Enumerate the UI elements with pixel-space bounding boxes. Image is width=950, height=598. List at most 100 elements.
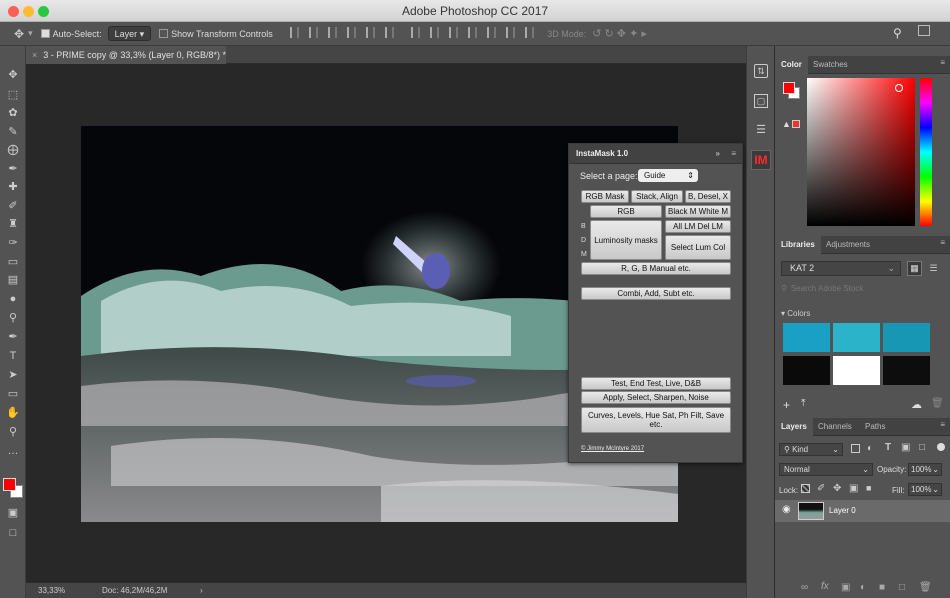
filter-adjustment-icon[interactable]: ◐ <box>867 443 873 454</box>
auto-align-icon[interactable] <box>525 27 535 38</box>
tab-layers[interactable]: Layers <box>775 418 813 436</box>
libraries-panel-menu-icon[interactable]: ≡ <box>940 238 945 247</box>
healing-brush-tool-icon[interactable]: ✚ <box>4 180 22 194</box>
b-desel-x-button[interactable]: B, Desel, X <box>685 190 731 203</box>
auto-select-checkbox[interactable] <box>40 29 50 38</box>
layer-kind-filter[interactable]: ⚲ Kind ⌄ <box>779 443 843 456</box>
colors-heading[interactable]: ▾ Colors <box>781 309 810 318</box>
lock-artboard-icon[interactable]: ▣ <box>849 483 858 494</box>
rgb-mask-button[interactable]: RGB Mask <box>581 190 629 203</box>
workspace-icon[interactable] <box>918 25 930 36</box>
collapse-panel-icon[interactable]: » <box>716 144 720 164</box>
library-trash-icon[interactable]: 🗑 <box>931 398 944 409</box>
orbit-3d-icon[interactable]: ↺ ↻ ✥ ✦ ▸ <box>592 27 647 40</box>
cloud-sync-icon[interactable]: ☁ <box>911 398 922 411</box>
adjustments-panel-icon[interactable]: ☰ <box>754 123 768 137</box>
zoom-window-button[interactable] <box>38 6 49 17</box>
minimize-window-button[interactable] <box>23 6 34 17</box>
tab-adjustments[interactable]: Adjustments <box>820 236 876 254</box>
tab-swatches[interactable]: Swatches <box>807 56 854 74</box>
distribute-top-icon[interactable] <box>411 27 421 38</box>
align-vcenter-icon[interactable] <box>308 27 318 38</box>
filter-toggle-icon[interactable] <box>937 443 945 451</box>
lock-image-icon[interactable]: ✐ <box>817 483 825 494</box>
properties-panel-icon[interactable]: ▢ <box>754 94 768 108</box>
eyedropper-tool-icon[interactable]: ✒ <box>4 162 22 176</box>
filter-pixel-icon[interactable] <box>851 444 860 453</box>
foreground-color-swatch[interactable] <box>3 478 16 491</box>
curves-levels-button[interactable]: Curves, Levels, Hue Sat, Ph Filt, Save e… <box>581 407 731 433</box>
more-tools-icon[interactable]: … <box>4 444 22 458</box>
close-tab-icon[interactable]: × <box>32 50 37 60</box>
stack-align-button[interactable]: Stack, Align <box>631 190 683 203</box>
tab-paths[interactable]: Paths <box>859 418 891 436</box>
lock-transparent-icon[interactable] <box>801 484 810 493</box>
auto-select-dropdown[interactable]: Layer ▾ <box>107 26 152 41</box>
rgb-manual-button[interactable]: R, G, B Manual etc. <box>581 262 731 275</box>
zoom-tool-icon[interactable]: ⚲ <box>4 425 22 439</box>
stock-search-input[interactable]: ⚲ Search Adobe Stock <box>781 282 941 296</box>
tool-preset-dropdown[interactable]: ▾ <box>28 28 33 39</box>
dodge-tool-icon[interactable]: ⚲ <box>4 311 22 325</box>
instamask-panel-icon[interactable]: IM <box>751 150 771 170</box>
path-select-tool-icon[interactable]: ➤ <box>4 368 22 382</box>
hue-slider[interactable] <box>920 78 932 226</box>
gamut-warning-icon[interactable]: ▲ <box>782 119 791 129</box>
black-white-m-button[interactable]: Black M White M <box>665 205 731 218</box>
shape-tool-icon[interactable]: ▭ <box>4 387 22 401</box>
document-tab[interactable]: × 3 - PRIME copy @ 33,3% (Layer 0, RGB/8*… <box>26 46 226 64</box>
visibility-eye-icon[interactable]: ◉ <box>782 504 791 515</box>
tab-channels[interactable]: Channels <box>812 418 858 436</box>
crop-tool-icon[interactable]: ⨁ <box>4 143 22 157</box>
layer-name[interactable]: Layer 0 <box>829 506 856 515</box>
select-page-dropdown[interactable]: Guide ⇕ <box>638 169 698 182</box>
quick-select-tool-icon[interactable]: ✎ <box>4 125 22 139</box>
add-content-icon[interactable]: + <box>783 398 790 412</box>
copyright-link[interactable]: © Jimmy McIntyre 2017 <box>581 446 644 452</box>
blur-tool-icon[interactable]: ● <box>4 292 22 306</box>
search-icon[interactable]: ⚲ <box>893 26 902 40</box>
align-top-icon[interactable] <box>289 27 299 38</box>
brush-tool-icon[interactable]: ✐ <box>4 199 22 213</box>
zoom-level[interactable]: 33,33% <box>38 583 65 598</box>
library-swatch-6[interactable] <box>883 356 930 385</box>
new-adjustment-icon[interactable]: ◐ <box>860 582 866 593</box>
library-swatch-4[interactable] <box>783 356 830 385</box>
marquee-tool-icon[interactable]: ⬚ <box>4 88 22 102</box>
align-left-icon[interactable] <box>346 27 356 38</box>
move-tool-icon[interactable]: ✥ <box>14 27 24 41</box>
color-panel-menu-icon[interactable]: ≡ <box>940 58 945 67</box>
close-window-button[interactable] <box>8 6 19 17</box>
test-end-test-button[interactable]: Test, End Test, Live, D&B <box>581 377 731 390</box>
library-dropdown[interactable]: KAT 2 ⌄ <box>781 261 901 276</box>
apply-select-sharpen-button[interactable]: Apply, Select, Sharpen, Noise <box>581 391 731 404</box>
new-layer-icon[interactable]: □ <box>899 582 905 593</box>
color-field[interactable] <box>807 78 915 226</box>
opacity-field[interactable]: 100% ⌄ <box>908 463 942 476</box>
filter-smart-object-icon[interactable]: □ <box>919 442 925 453</box>
align-hcenter-icon[interactable] <box>365 27 375 38</box>
select-lum-col-button[interactable]: Select Lum Col <box>665 235 731 260</box>
library-swatch-5[interactable] <box>833 356 880 385</box>
combi-add-subt-button[interactable]: Combi, Add, Subt etc. <box>581 287 731 300</box>
tab-color[interactable]: Color <box>775 56 808 74</box>
add-mask-icon[interactable]: ▣ <box>841 582 850 593</box>
status-menu-arrow[interactable]: › <box>200 583 203 598</box>
align-right-icon[interactable] <box>384 27 394 38</box>
foreground-color-swatch[interactable] <box>783 82 795 94</box>
blend-mode-dropdown[interactable]: Normal ⌄ <box>779 463 873 476</box>
distribute-vcenter-icon[interactable] <box>430 27 440 38</box>
show-transform-checkbox[interactable] <box>159 29 169 38</box>
new-group-icon[interactable]: ■ <box>879 582 885 593</box>
history-brush-tool-icon[interactable]: ✑ <box>4 236 22 250</box>
hand-tool-icon[interactable]: ✋ <box>4 406 22 420</box>
filter-type-icon[interactable]: T <box>885 442 891 453</box>
align-bottom-icon[interactable] <box>327 27 337 38</box>
pen-tool-icon[interactable]: ✒ <box>4 330 22 344</box>
layer-row[interactable]: ◉ Layer 0 <box>775 500 950 522</box>
distribute-hcenter-icon[interactable] <box>487 27 497 38</box>
all-lm-del-lm-button[interactable]: All LM Del LM <box>665 220 731 233</box>
gradient-tool-icon[interactable]: ▤ <box>4 273 22 287</box>
grid-view-button[interactable]: ▦ <box>907 261 922 276</box>
list-view-button[interactable]: ☰ <box>926 261 941 276</box>
